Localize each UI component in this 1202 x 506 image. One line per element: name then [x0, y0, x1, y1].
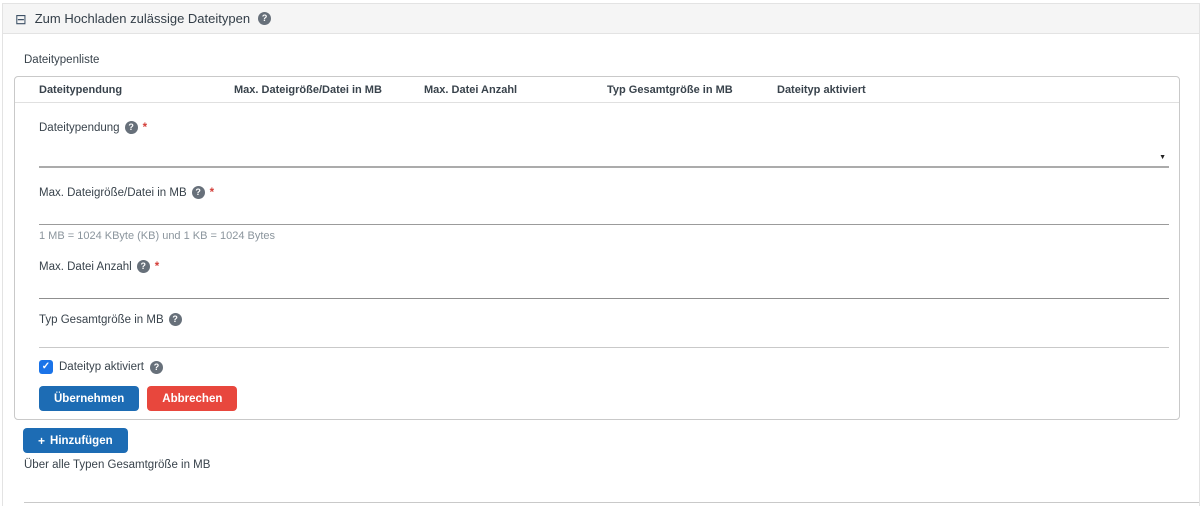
column-header-max-filesize: Max. Dateigröße/Datei in MB	[234, 83, 382, 96]
filetype-enabled-row[interactable]: ✓ Dateityp aktiviert ?	[39, 360, 1169, 374]
help-icon[interactable]: ?	[258, 12, 272, 25]
filetype-table-header: Dateitypendung Max. Dateigröße/Datei in …	[15, 77, 1179, 103]
help-icon[interactable]: ?	[124, 121, 138, 134]
filetype-form-box: Dateitypendung Max. Dateigröße/Datei in …	[14, 76, 1180, 420]
add-button-label: Hinzufügen	[50, 434, 113, 447]
panel-title: Zum Hochladen zulässige Dateitypen	[34, 11, 251, 26]
column-header-extension: Dateitypendung	[39, 83, 123, 96]
panel-header[interactable]: ⊟ Zum Hochladen zulässige Dateitypen ?	[3, 4, 1199, 34]
type-totalsize-input[interactable]	[39, 326, 1169, 348]
panel-body: Dateitypenliste Dateitypendung Max. Date…	[3, 34, 1199, 503]
column-header-max-filecount: Max. Datei Anzahl	[424, 83, 518, 96]
field-label-text: Max. Dateigröße/Datei in MB	[39, 186, 187, 199]
filetype-form: Dateitypendung ? * ▼ Max. Dateigröße/Dat…	[15, 103, 1179, 419]
plus-icon: +	[38, 433, 46, 448]
overall-totalsize-label: Über alle Typen Gesamtgröße in MB	[24, 459, 211, 471]
chevron-down-icon: ▼	[1159, 154, 1166, 161]
max-filecount-input[interactable]	[39, 273, 1169, 299]
form-button-row: Übernehmen Abbrechen	[39, 386, 1169, 411]
cancel-button[interactable]: Abbrechen	[147, 386, 238, 411]
field-label-text: Dateitypendung	[39, 121, 120, 134]
add-filetype-button[interactable]: + Hinzufügen	[23, 428, 128, 453]
field-label-type-totalsize: Typ Gesamtgröße in MB ?	[39, 313, 1169, 326]
filetype-list-label: Dateitypenliste	[24, 54, 100, 66]
field-label-text: Typ Gesamtgröße in MB	[39, 313, 164, 326]
column-header-type-totalsize: Typ Gesamtgröße in MB	[607, 83, 733, 96]
upload-filetypes-panel: ⊟ Zum Hochladen zulässige Dateitypen ? D…	[2, 3, 1200, 506]
extension-select[interactable]: ▼	[39, 134, 1169, 168]
field-label-text: Max. Datei Anzahl	[39, 260, 132, 273]
required-asterisk: *	[209, 186, 215, 199]
field-label-max-filesize: Max. Dateigröße/Datei in MB ? *	[39, 186, 1169, 199]
checkbox-checked-icon[interactable]: ✓	[39, 360, 53, 374]
max-filesize-input[interactable]	[39, 199, 1169, 225]
help-icon[interactable]: ?	[150, 360, 164, 374]
collapse-icon[interactable]: ⊟	[15, 12, 27, 26]
checkbox-label: Dateityp aktiviert	[59, 361, 145, 373]
help-icon[interactable]: ?	[168, 313, 182, 326]
help-icon[interactable]: ?	[136, 260, 150, 273]
overall-totalsize-input[interactable]	[24, 481, 1199, 503]
field-label-extension: Dateitypendung ? *	[39, 121, 1169, 134]
filesize-helper-text: 1 MB = 1024 KByte (KB) und 1 KB = 1024 B…	[39, 230, 276, 242]
field-label-max-filecount: Max. Datei Anzahl ? *	[39, 260, 1169, 273]
required-asterisk: *	[142, 121, 148, 134]
help-icon[interactable]: ?	[191, 186, 205, 199]
required-asterisk: *	[154, 260, 160, 273]
column-header-type-enabled: Dateityp aktiviert	[777, 83, 866, 96]
apply-button[interactable]: Übernehmen	[39, 386, 140, 411]
